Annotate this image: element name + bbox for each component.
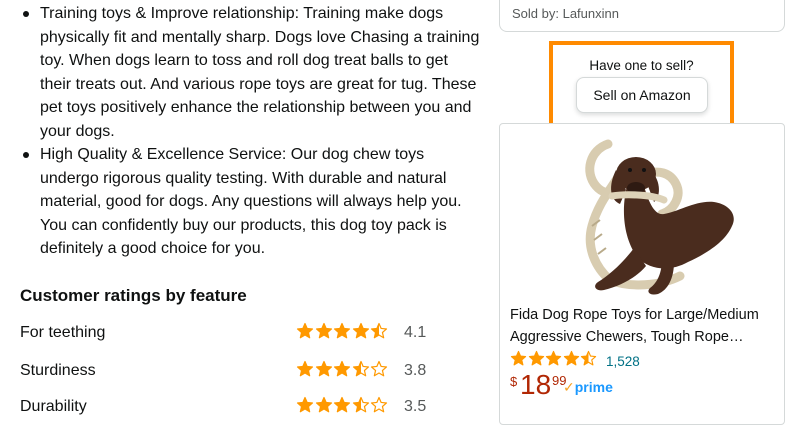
rating-label: Durability — [20, 398, 87, 415]
star-rating — [296, 396, 389, 419]
rating-value: 3.5 — [404, 398, 427, 415]
star-full-icon — [315, 322, 332, 339]
seller-box: Sold by: Lafunxinn — [499, 0, 785, 32]
price-symbol: $ — [510, 374, 518, 389]
star-half-icon — [352, 360, 369, 377]
rating-label: Sturdiness — [20, 362, 96, 379]
star-full-icon — [352, 322, 369, 339]
star-empty-icon — [370, 360, 388, 377]
feature-bullet-text: High Quality & Excellence Service: Our d… — [40, 146, 462, 257]
star-full-icon — [545, 350, 562, 366]
star-full-icon — [296, 360, 314, 377]
star-full-icon — [563, 350, 579, 366]
rating-row-durability: Durability 3.5 — [20, 396, 440, 420]
star-full-icon — [315, 360, 332, 377]
star-full-icon — [528, 350, 544, 366]
prime-check-icon: ✓ — [563, 379, 575, 395]
sold-by-text: Sold by: Lafunxinn — [512, 6, 619, 21]
prime-badge: ✓prime — [563, 379, 613, 396]
ad-rating: 1,528 — [510, 350, 640, 369]
price-whole: 18 — [520, 369, 552, 400]
star-half-icon — [352, 396, 369, 413]
have-one-to-sell-text: Have one to sell? — [589, 58, 694, 73]
star-full-icon — [296, 322, 314, 339]
feature-bullet-text: Training toys & Improve relationship: Tr… — [40, 5, 480, 140]
star-half-icon — [370, 322, 388, 339]
review-count-link[interactable]: 1,528 — [606, 354, 640, 369]
star-full-icon — [296, 396, 314, 413]
sell-on-amazon-box: Have one to sell? Sell on Amazon — [549, 41, 734, 127]
star-rating — [296, 322, 389, 345]
rating-value: 4.1 — [404, 324, 427, 341]
bullet-dot — [23, 11, 29, 17]
star-empty-icon — [370, 396, 388, 413]
star-full-icon — [333, 396, 351, 413]
star-half-icon — [580, 350, 597, 366]
rating-value: 3.8 — [404, 362, 427, 379]
feature-bullet: Training toys & Improve relationship: Tr… — [20, 2, 480, 143]
rating-row-teething: For teething 4.1 — [20, 322, 440, 346]
star-full-icon — [333, 322, 351, 339]
ratings-by-feature-heading: Customer ratings by feature — [20, 286, 247, 305]
star-full-icon — [333, 360, 351, 377]
sell-on-amazon-button[interactable]: Sell on Amazon — [576, 77, 708, 113]
dog-with-rope-toy-image[interactable] — [550, 130, 740, 300]
bullet-dot — [23, 152, 29, 158]
star-full-icon — [315, 396, 332, 413]
feature-bullets: Training toys & Improve relationship: Tr… — [20, 0, 480, 261]
star-rating — [296, 360, 389, 383]
feature-bullet: High Quality & Excellence Service: Our d… — [20, 143, 480, 261]
sponsored-product-card[interactable]: Fida Dog Rope Toys for Large/Medium Aggr… — [499, 123, 785, 425]
rating-label: For teething — [20, 324, 106, 341]
prime-label: prime — [574, 379, 613, 395]
rating-row-sturdiness: Sturdiness 3.8 — [20, 360, 440, 384]
star-full-icon — [510, 350, 527, 366]
ad-product-title-link[interactable]: Fida Dog Rope Toys for Large/Medium Aggr… — [510, 304, 772, 348]
